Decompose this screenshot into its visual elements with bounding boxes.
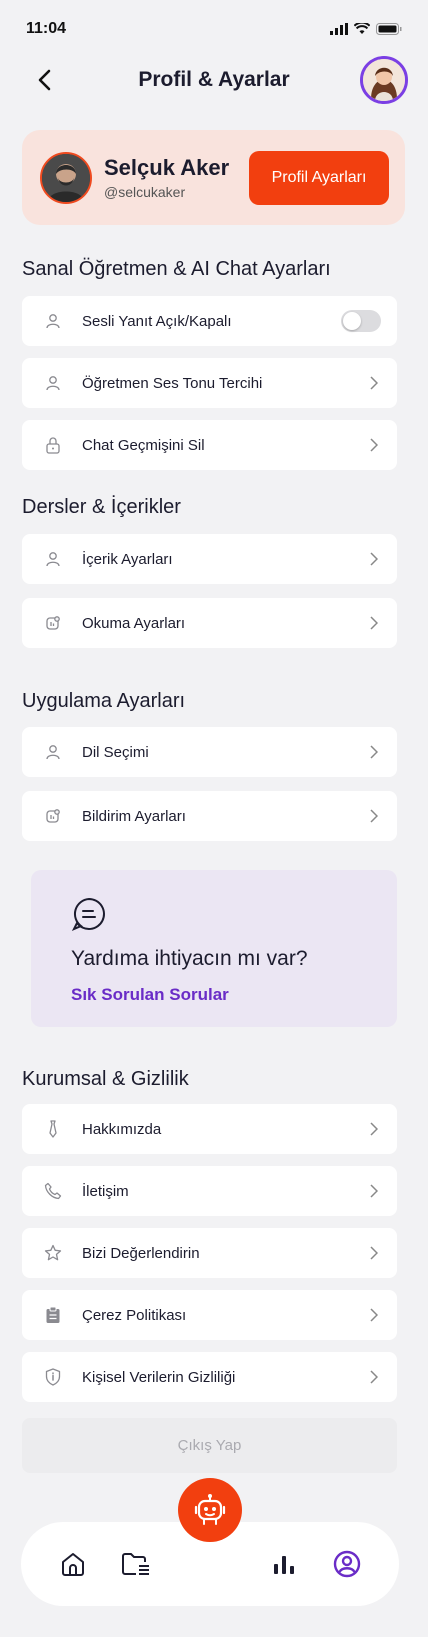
user-icon [44, 550, 62, 568]
row-clear-chat-history[interactable]: Chat Geçmişini Sil [22, 420, 397, 470]
chevron-left-icon [38, 69, 51, 91]
robot-icon [194, 1494, 226, 1525]
row-label: İletişim [82, 1182, 129, 1200]
lock-icon [44, 436, 62, 454]
header-avatar[interactable] [360, 56, 408, 104]
chevron-right-icon [367, 1308, 381, 1322]
star-icon [44, 1244, 62, 1262]
chevron-right-icon [367, 745, 381, 759]
teacher-avatar-icon [363, 59, 405, 101]
tab-profile[interactable] [327, 1544, 367, 1584]
chevron-right-icon [367, 1370, 381, 1384]
chevron-right-icon [367, 1184, 381, 1198]
profile-card: Selçuk Aker @selcukaker Profil Ayarları [22, 130, 405, 225]
row-reading-settings[interactable]: Okuma Ayarları [22, 598, 397, 648]
row-content-settings[interactable]: İçerik Ayarları [22, 534, 397, 584]
page-title: Profil & Ayarlar [138, 68, 290, 91]
home-icon [61, 1553, 84, 1576]
row-label: Dil Seçimi [82, 743, 149, 761]
row-contact[interactable]: İletişim [22, 1166, 397, 1216]
row-notification-settings[interactable]: Bildirim Ayarları [22, 791, 397, 841]
tie-icon [44, 1120, 62, 1138]
profile-info: Selçuk Aker @selcukaker [104, 155, 249, 200]
signal-icon [330, 23, 348, 35]
row-label: Okuma Ayarları [82, 614, 186, 632]
row-label: Bildirim Ayarları [82, 807, 186, 825]
header: Profil & Ayarlar [0, 56, 428, 104]
chevron-right-icon [367, 376, 381, 390]
notification-icon [44, 614, 62, 632]
chevron-right-icon [367, 616, 381, 630]
chat-bubble-icon [71, 897, 105, 931]
row-teacher-voice-tone[interactable]: Öğretmen Ses Tonu Tercihi [22, 358, 397, 408]
row-label: Hakkımızda [82, 1120, 162, 1138]
chevron-right-icon [367, 1122, 381, 1136]
row-label: Sesli Yanıt Açık/Kapalı [82, 312, 232, 330]
user-icon [44, 312, 62, 330]
ai-assistant-button[interactable] [178, 1478, 242, 1542]
row-label: Çerez Politikası [82, 1306, 187, 1324]
row-language-selection[interactable]: Dil Seçimi [22, 727, 397, 777]
toggle-knob [343, 312, 361, 330]
status-time: 11:04 [26, 20, 67, 37]
section-title-lessons: Dersler & İçerikler [22, 496, 181, 518]
section-title-app: Uygulama Ayarları [22, 690, 186, 712]
folder-list-icon [122, 1553, 150, 1575]
row-label: Öğretmen Ses Tonu Tercihi [82, 374, 263, 392]
tab-home[interactable] [53, 1544, 93, 1584]
section-title-corporate: Kurumsal & Gizlilik [22, 1068, 189, 1090]
tab-courses[interactable] [116, 1544, 156, 1584]
logout-button[interactable]: Çıkış Yap [22, 1418, 397, 1473]
row-label: İçerik Ayarları [82, 550, 173, 568]
back-button[interactable] [30, 66, 58, 94]
row-rate-us[interactable]: Bizi Değerlendirin [22, 1228, 397, 1278]
chevron-right-icon [367, 438, 381, 452]
chevron-right-icon [367, 809, 381, 823]
profile-username: @selcukaker [104, 184, 186, 200]
row-about-us[interactable]: Hakkımızda [22, 1104, 397, 1154]
chevron-right-icon [367, 1246, 381, 1260]
row-privacy[interactable]: Kişisel Verilerin Gizliliği [22, 1352, 397, 1402]
clipboard-icon [44, 1306, 62, 1324]
row-voice-response[interactable]: Sesli Yanıt Açık/Kapalı [22, 296, 397, 346]
wifi-icon [354, 23, 370, 34]
faq-link[interactable]: Sık Sorulan Sorular [71, 985, 229, 1005]
row-label: Kişisel Verilerin Gizliliği [82, 1368, 236, 1386]
help-title: Yardıma ihtiyacın mı var? [71, 947, 308, 970]
status-icons [330, 23, 402, 35]
notification-icon [44, 807, 62, 825]
user-icon [44, 374, 62, 392]
shield-icon [44, 1368, 62, 1386]
row-label: Chat Geçmişini Sil [82, 436, 205, 454]
chevron-right-icon [367, 552, 381, 566]
row-cookie-policy[interactable]: Çerez Politikası [22, 1290, 397, 1340]
row-label: Bizi Değerlendirin [82, 1244, 200, 1262]
profile-icon [333, 1550, 361, 1578]
user-photo-icon [42, 153, 90, 202]
user-icon [44, 743, 62, 761]
phone-icon [44, 1182, 62, 1200]
tab-spacer [180, 1544, 240, 1584]
help-card: Yardıma ihtiyacın mı var? Sık Sorulan So… [31, 870, 397, 1027]
voice-toggle[interactable] [341, 310, 381, 332]
tab-stats[interactable] [264, 1544, 304, 1584]
bar-chart-icon [273, 1556, 294, 1574]
profile-settings-button[interactable]: Profil Ayarları [249, 150, 389, 205]
battery-icon [376, 23, 402, 35]
status-bar: 11:04 [0, 0, 428, 58]
section-title-ai: Sanal Öğretmen & AI Chat Ayarları [22, 258, 331, 280]
avatar [40, 151, 92, 204]
profile-name: Selçuk Aker [104, 155, 230, 180]
